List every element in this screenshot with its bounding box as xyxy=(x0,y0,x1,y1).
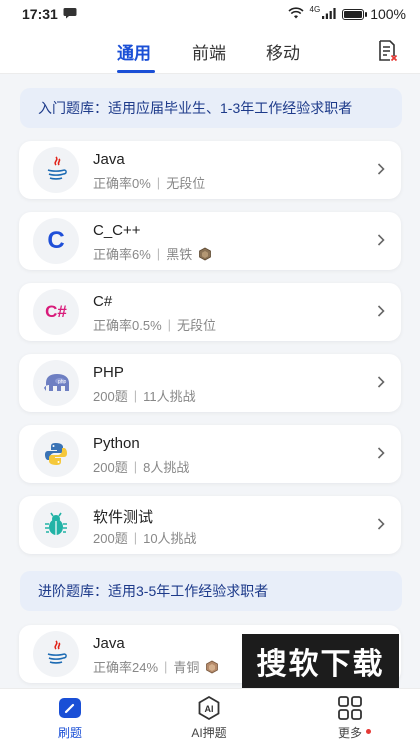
top-tab-bar: 通用 前端 移动 xyxy=(0,28,420,74)
course-meta: 正确率0.5% | 无段位 xyxy=(93,317,217,333)
nav-more[interactable]: 更多 xyxy=(310,695,390,741)
nav-label: AI押题 xyxy=(191,726,227,740)
network-type: 4G xyxy=(309,4,321,14)
course-stat: 正确率0.5% xyxy=(93,318,162,333)
course-stat: 正确率24% xyxy=(93,660,159,675)
c-icon: C xyxy=(33,218,79,264)
course-title: C_C++ xyxy=(93,222,141,239)
course-meta: 正确率6% | 黑铁 xyxy=(93,244,212,263)
svg-text:AI: AI xyxy=(205,704,214,714)
chevron-right-icon xyxy=(377,518,385,530)
course-card-python[interactable]: Python 200题 | 8人挑战 xyxy=(19,425,401,483)
course-level: 无段位 xyxy=(166,176,206,191)
ai-icon: AI xyxy=(198,695,220,721)
section-title-entry: 入门题库：适用应届毕业生、1-3年工作经验求职者 xyxy=(38,100,353,116)
rank-badge-icon xyxy=(199,247,212,260)
practice-icon xyxy=(59,698,81,718)
message-icon xyxy=(63,6,77,22)
chevron-right-icon xyxy=(377,234,385,246)
grid-icon xyxy=(338,696,362,720)
course-stat: 正确率6% xyxy=(93,247,151,262)
course-title: C# xyxy=(93,293,113,310)
course-meta: 正确率0% | 无段位 xyxy=(93,175,206,191)
tab-active-indicator xyxy=(117,70,155,73)
course-title: Java xyxy=(93,635,125,652)
course-level: 黑铁 xyxy=(166,247,193,262)
nav-label: 刷题 xyxy=(57,726,82,740)
chevron-right-icon xyxy=(377,305,385,317)
course-level: 11人挑战 xyxy=(143,389,196,404)
course-title: 软件测试 xyxy=(93,509,154,526)
notification-dot xyxy=(366,729,371,734)
tab-general[interactable]: 通用 xyxy=(117,39,151,64)
course-stat: 正确率0% xyxy=(93,176,151,191)
watermark-logo: 搜软下载 xyxy=(242,634,399,688)
battery-percent: 100% xyxy=(370,6,406,22)
course-title: Python xyxy=(93,435,140,452)
battery-icon xyxy=(342,8,368,20)
bottom-nav: 刷题 AI AI押题 更多 xyxy=(0,688,420,746)
php-elephant-icon: php xyxy=(33,360,79,406)
course-meta: 正确率24% | 青铜 xyxy=(93,657,219,676)
course-level: 无段位 xyxy=(177,318,217,333)
course-card-software-testing[interactable]: 软件测试 200题 | 10人挑战 xyxy=(19,496,401,554)
wifi-icon xyxy=(287,6,304,22)
document-icon[interactable] xyxy=(378,40,398,62)
course-meta: 200题 | 11人挑战 xyxy=(93,388,196,404)
course-card-c-cpp[interactable]: C C_C++ 正确率6% | 黑铁 xyxy=(19,212,401,270)
chevron-right-icon xyxy=(377,447,385,459)
bug-icon xyxy=(33,502,79,548)
course-stat: 200题 xyxy=(93,460,128,475)
course-stat: 200题 xyxy=(93,389,128,404)
course-level: 8人挑战 xyxy=(143,460,190,475)
section-title-advanced: 进阶题库：适用3-5年工作经验求职者 xyxy=(38,583,269,599)
java-icon xyxy=(33,147,79,193)
watermark-text: 搜软下载 xyxy=(256,648,385,681)
svg-text:php: php xyxy=(58,379,67,385)
course-title: PHP xyxy=(93,364,124,381)
section-header-entry: 入门题库：适用应届毕业生、1-3年工作经验求职者 xyxy=(20,88,402,128)
rank-badge-icon xyxy=(206,660,219,673)
tab-mobile[interactable]: 移动 xyxy=(266,39,300,64)
course-meta: 200题 | 8人挑战 xyxy=(93,459,190,475)
chevron-right-icon xyxy=(377,376,385,388)
course-stat: 200题 xyxy=(93,531,128,546)
course-card-csharp[interactable]: C# C# 正确率0.5% | 无段位 xyxy=(19,283,401,341)
status-bar: 17:31 4G 100% xyxy=(0,0,420,28)
section-header-advanced: 进阶题库：适用3-5年工作经验求职者 xyxy=(20,571,402,611)
course-level: 10人挑战 xyxy=(143,531,197,546)
nav-practice[interactable]: 刷题 xyxy=(30,695,110,741)
nav-label: 更多 xyxy=(337,726,362,740)
status-time: 17:31 xyxy=(22,6,58,22)
signal-icon xyxy=(322,6,336,22)
java-icon xyxy=(33,631,79,677)
nav-ai-predict[interactable]: AI AI押题 xyxy=(169,695,249,741)
course-level: 青铜 xyxy=(173,660,200,675)
csharp-icon: C# xyxy=(33,289,79,335)
python-icon xyxy=(33,431,79,477)
course-card-php[interactable]: php PHP 200题 | 11人挑战 xyxy=(19,354,401,412)
course-meta: 200题 | 10人挑战 xyxy=(93,530,197,546)
tab-frontend[interactable]: 前端 xyxy=(192,39,226,64)
chevron-right-icon xyxy=(377,163,385,175)
course-title: Java xyxy=(93,151,125,168)
course-card-java[interactable]: Java 正确率0% | 无段位 xyxy=(19,141,401,199)
